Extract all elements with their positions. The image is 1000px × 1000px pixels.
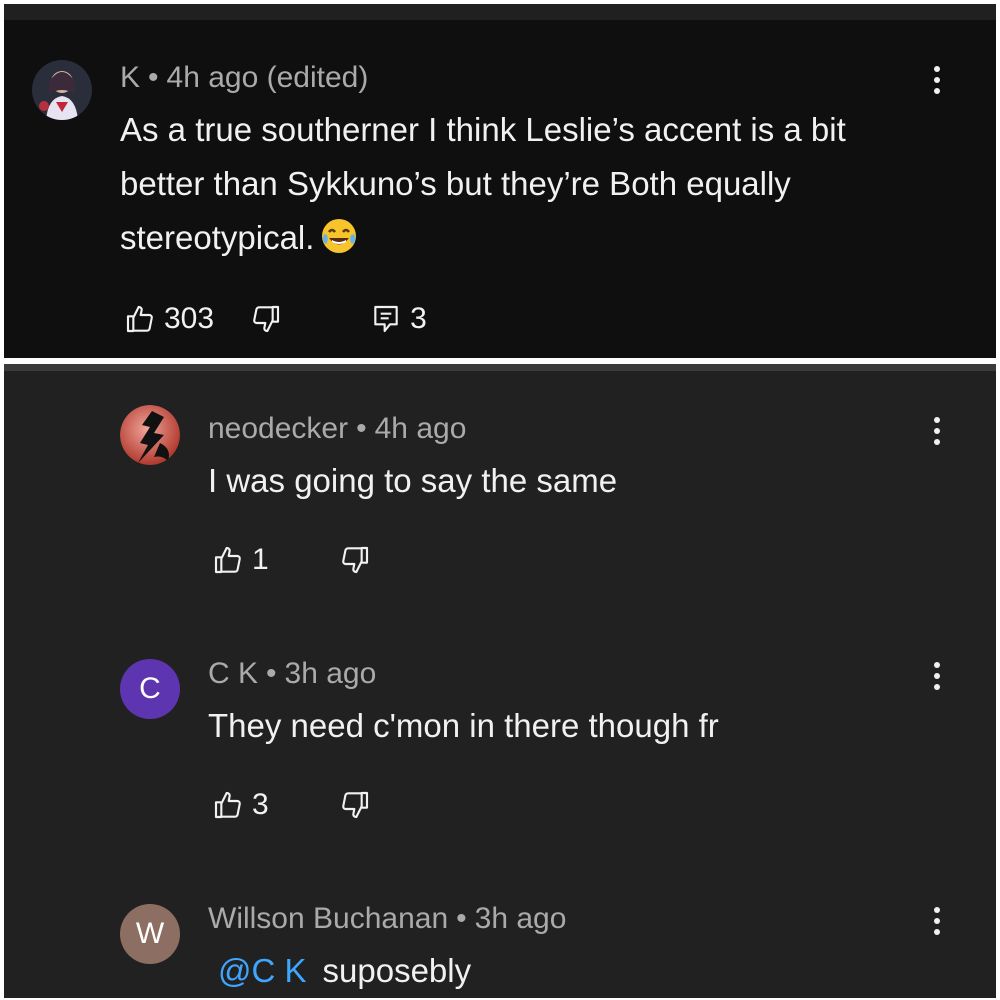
separator-dot: • xyxy=(266,657,277,690)
mention-link[interactable]: @C K xyxy=(218,952,307,989)
thumb-down-icon xyxy=(341,791,368,819)
thumb-down-icon xyxy=(341,546,368,574)
separator-dot: • xyxy=(456,902,467,935)
reply-text: suposebly xyxy=(322,952,472,989)
thumb-up-icon xyxy=(126,305,153,333)
reply-body: They need c'mon in there though fr xyxy=(208,699,926,753)
face-with-tears-of-joy-icon xyxy=(322,219,357,253)
reply-icon xyxy=(374,305,398,333)
thumb-down-icon xyxy=(253,305,280,333)
more-vert-icon[interactable] xyxy=(922,411,952,451)
author-name[interactable]: K xyxy=(120,61,140,94)
reply-meta: neodecker • 4h ago xyxy=(208,412,466,446)
more-vert-icon[interactable] xyxy=(922,656,952,696)
reply-text: I was going to say the same xyxy=(208,462,618,499)
timestamp: 4h ago xyxy=(374,412,467,445)
avatar-image xyxy=(120,405,180,465)
like-count: 3 xyxy=(252,788,269,821)
thumb-up-icon xyxy=(214,546,241,574)
avatar[interactable] xyxy=(32,60,92,120)
comment-body: As a true southerner I think Leslie’s ac… xyxy=(120,103,926,265)
comment-panel: K • 4h ago (edited) As a true southerner I… xyxy=(4,4,996,358)
like-count: 303 xyxy=(164,302,215,335)
reply-actions: 1 xyxy=(212,543,371,577)
comment-actions: 303 3 xyxy=(124,302,427,336)
reply-body: I was going to say the same xyxy=(208,454,926,508)
like-button[interactable]: 303 xyxy=(124,302,214,336)
author-name[interactable]: Willson Buchanan xyxy=(208,902,448,935)
separator-dot: • xyxy=(148,61,159,94)
reply-meta: Willson Buchanan • 3h ago xyxy=(208,902,566,936)
replies-panel: neodecker • 4h ago I was going to say the … xyxy=(4,364,996,998)
thumb-up-icon xyxy=(214,791,241,819)
separator-dot: • xyxy=(356,412,367,445)
dislike-button[interactable] xyxy=(339,544,371,576)
like-button[interactable]: 3 xyxy=(212,788,269,822)
timestamp: 3h ago xyxy=(284,657,377,690)
timestamp: 4h ago (edited) xyxy=(166,61,369,94)
dislike-button[interactable] xyxy=(250,303,282,335)
avatar-image xyxy=(32,60,92,120)
avatar[interactable]: C xyxy=(120,659,180,719)
like-button[interactable]: 1 xyxy=(212,543,269,577)
author-name[interactable]: neodecker xyxy=(208,412,348,445)
timestamp: 3h ago xyxy=(474,902,567,935)
reply-body: @C K suposebly xyxy=(218,944,926,998)
reply-text: They need c'mon in there though fr xyxy=(208,707,719,744)
reply-count: 3 xyxy=(410,302,427,335)
avatar[interactable] xyxy=(120,405,180,465)
dislike-button[interactable] xyxy=(339,789,371,821)
comment-meta: K • 4h ago (edited) xyxy=(120,61,368,95)
more-vert-icon[interactable] xyxy=(922,901,952,941)
reply-actions: 3 xyxy=(212,788,371,822)
author-name[interactable]: C K xyxy=(208,657,258,690)
like-count: 1 xyxy=(252,543,269,576)
reply-button[interactable]: 3 xyxy=(370,302,427,336)
reply-meta: C K • 3h ago xyxy=(208,657,376,691)
comment-text: As a true southerner I think Leslie’s ac… xyxy=(120,111,846,256)
more-vert-icon[interactable] xyxy=(922,60,952,100)
avatar[interactable]: W xyxy=(120,904,180,964)
